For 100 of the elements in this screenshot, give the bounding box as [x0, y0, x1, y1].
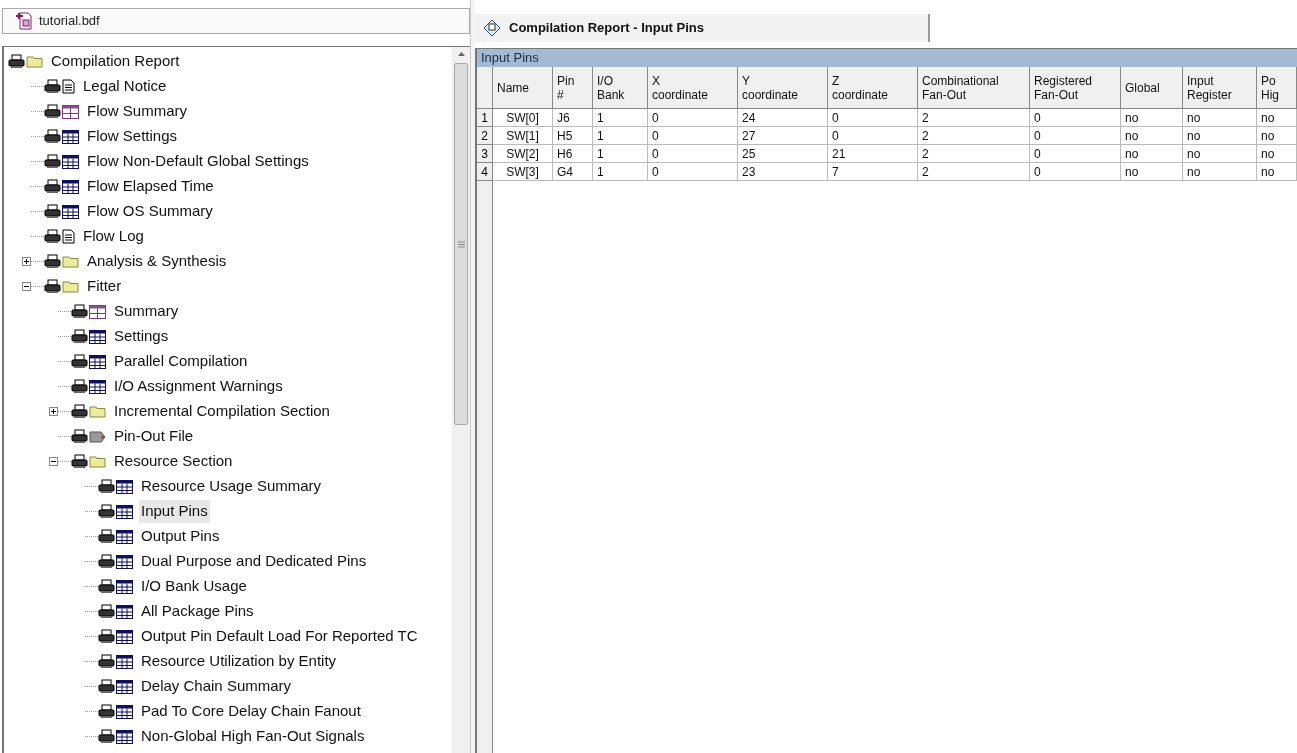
- expand-toggle[interactable]: [22, 257, 31, 266]
- tree-item[interactable]: Fitter: [85, 275, 124, 298]
- file-tab-title: tutorial.bdf: [39, 12, 100, 31]
- column-header[interactable]: I/O Bank: [593, 67, 648, 108]
- table-cell: H6: [553, 145, 593, 162]
- table-icon: [116, 704, 133, 719]
- printer-icon: [98, 729, 115, 744]
- row-number[interactable]: 4: [477, 163, 492, 181]
- tree-item[interactable]: Input Pins: [139, 500, 210, 523]
- tree-item[interactable]: Compilation Report: [49, 50, 182, 73]
- table-cell: SW[2]: [493, 145, 553, 162]
- column-header[interactable]: Pin #: [553, 67, 593, 108]
- table-cell: 21: [828, 145, 918, 162]
- table-cell: H5: [553, 127, 593, 144]
- printer-icon: [71, 354, 88, 369]
- printer-icon: [98, 579, 115, 594]
- tree-item[interactable]: All Package Pins: [139, 600, 256, 623]
- table-cell: 2: [918, 109, 1030, 126]
- printer-icon: [71, 404, 88, 419]
- table-cell: 23: [738, 163, 828, 180]
- tree-item[interactable]: Pin-Out File: [112, 425, 196, 448]
- table-cell: 0: [648, 109, 738, 126]
- tree-item[interactable]: Delay Chain Summary: [139, 675, 294, 698]
- table-title-bar: Input Pins: [477, 49, 1297, 67]
- table-icon: [116, 679, 133, 694]
- printer-icon: [44, 129, 61, 144]
- printer-icon: [44, 279, 61, 294]
- file-tab[interactable]: tutorial.bdf: [2, 8, 470, 34]
- table-cell: no: [1257, 145, 1297, 162]
- tree-item[interactable]: Non-Global High Fan-Out Signals: [139, 725, 367, 748]
- collapse-toggle[interactable]: [22, 282, 31, 291]
- column-header[interactable]: Y coordinate: [738, 67, 828, 108]
- tree-item[interactable]: Resource Usage Summary: [139, 475, 324, 498]
- tree-item[interactable]: Flow Log: [81, 225, 146, 248]
- tree-item[interactable]: Analysis & Synthesis: [85, 250, 229, 273]
- table-icon: [62, 154, 79, 169]
- table-cell: no: [1121, 127, 1183, 144]
- table-cell: 0: [648, 127, 738, 144]
- tree-item[interactable]: Dual Purpose and Dedicated Pins: [139, 550, 369, 573]
- tree-item[interactable]: Flow Elapsed Time: [85, 175, 216, 198]
- table-cell: 2: [918, 163, 1030, 180]
- printer-icon: [98, 654, 115, 669]
- grid-icon: [89, 304, 106, 319]
- tree-item[interactable]: Resource Utilization by Entity: [139, 650, 339, 673]
- table-cell: no: [1121, 145, 1183, 162]
- report-tab[interactable]: Compilation Report - Input Pins: [475, 14, 930, 42]
- table-cell: 1: [593, 145, 648, 162]
- printer-icon: [44, 79, 61, 94]
- table-cell: 1: [593, 109, 648, 126]
- collapse-toggle[interactable]: [49, 457, 58, 466]
- table-icon: [116, 554, 133, 569]
- column-header[interactable]: Global: [1121, 67, 1183, 108]
- table-icon: [116, 604, 133, 619]
- table-icon: [116, 729, 133, 744]
- tree-item[interactable]: Parallel Compilation: [112, 350, 250, 373]
- table-cell: G4: [553, 163, 593, 180]
- folder-icon: [26, 55, 43, 68]
- tree-item[interactable]: Settings: [112, 325, 171, 348]
- expand-toggle[interactable]: [49, 407, 58, 416]
- tree-item[interactable]: Output Pins: [139, 525, 222, 548]
- tree-item[interactable]: Flow OS Summary: [85, 200, 215, 223]
- row-number[interactable]: 3: [477, 145, 492, 163]
- tree-item[interactable]: I/O Bank Usage: [139, 575, 249, 598]
- table-cell: SW[3]: [493, 163, 553, 180]
- row-number[interactable]: 2: [477, 127, 492, 145]
- printer-icon: [98, 479, 115, 494]
- table-icon: [89, 354, 106, 369]
- column-header[interactable]: Z coordinate: [828, 67, 918, 108]
- tree-item[interactable]: Flow Settings: [85, 125, 180, 148]
- printer-icon: [98, 704, 115, 719]
- table-cell: 1: [593, 163, 648, 180]
- table-cell: 0: [828, 127, 918, 144]
- column-header[interactable]: Combinational Fan-Out: [918, 67, 1030, 108]
- tree-item[interactable]: Incremental Compilation Section: [112, 400, 332, 423]
- printer-icon: [98, 504, 115, 519]
- tree-item[interactable]: Pad To Core Delay Chain Fanout: [139, 700, 363, 723]
- column-header[interactable]: X coordinate: [648, 67, 738, 108]
- column-header[interactable]: Po Hig: [1257, 67, 1297, 108]
- tree-item[interactable]: Resource Section: [112, 450, 235, 473]
- printer-icon: [44, 229, 61, 244]
- table-icon: [62, 204, 79, 219]
- tree-item[interactable]: Flow Summary: [85, 100, 189, 123]
- scrollbar-thumb[interactable]: [454, 63, 468, 425]
- tree-item[interactable]: Flow Non-Default Global Settings: [85, 150, 311, 173]
- tree-item[interactable]: Output Pin Default Load For Reported TC: [139, 625, 420, 648]
- scrollbar[interactable]: [452, 47, 470, 753]
- column-header[interactable]: Registered Fan-Out: [1030, 67, 1121, 108]
- folder-icon: [62, 280, 79, 293]
- table-cell: no: [1257, 109, 1297, 126]
- tree-item[interactable]: Summary: [112, 300, 181, 323]
- table-icon: [116, 529, 133, 544]
- column-header[interactable]: Input Register: [1183, 67, 1257, 108]
- row-number[interactable]: 1: [477, 109, 492, 127]
- tree-item[interactable]: Legal Notice: [81, 75, 169, 98]
- column-header[interactable]: Name: [493, 67, 553, 108]
- tree-item[interactable]: I/O Assignment Warnings: [112, 375, 285, 398]
- printer-icon: [44, 179, 61, 194]
- table-cell: 27: [738, 127, 828, 144]
- scroll-up-icon[interactable]: [456, 51, 466, 57]
- table-cell: no: [1121, 163, 1183, 180]
